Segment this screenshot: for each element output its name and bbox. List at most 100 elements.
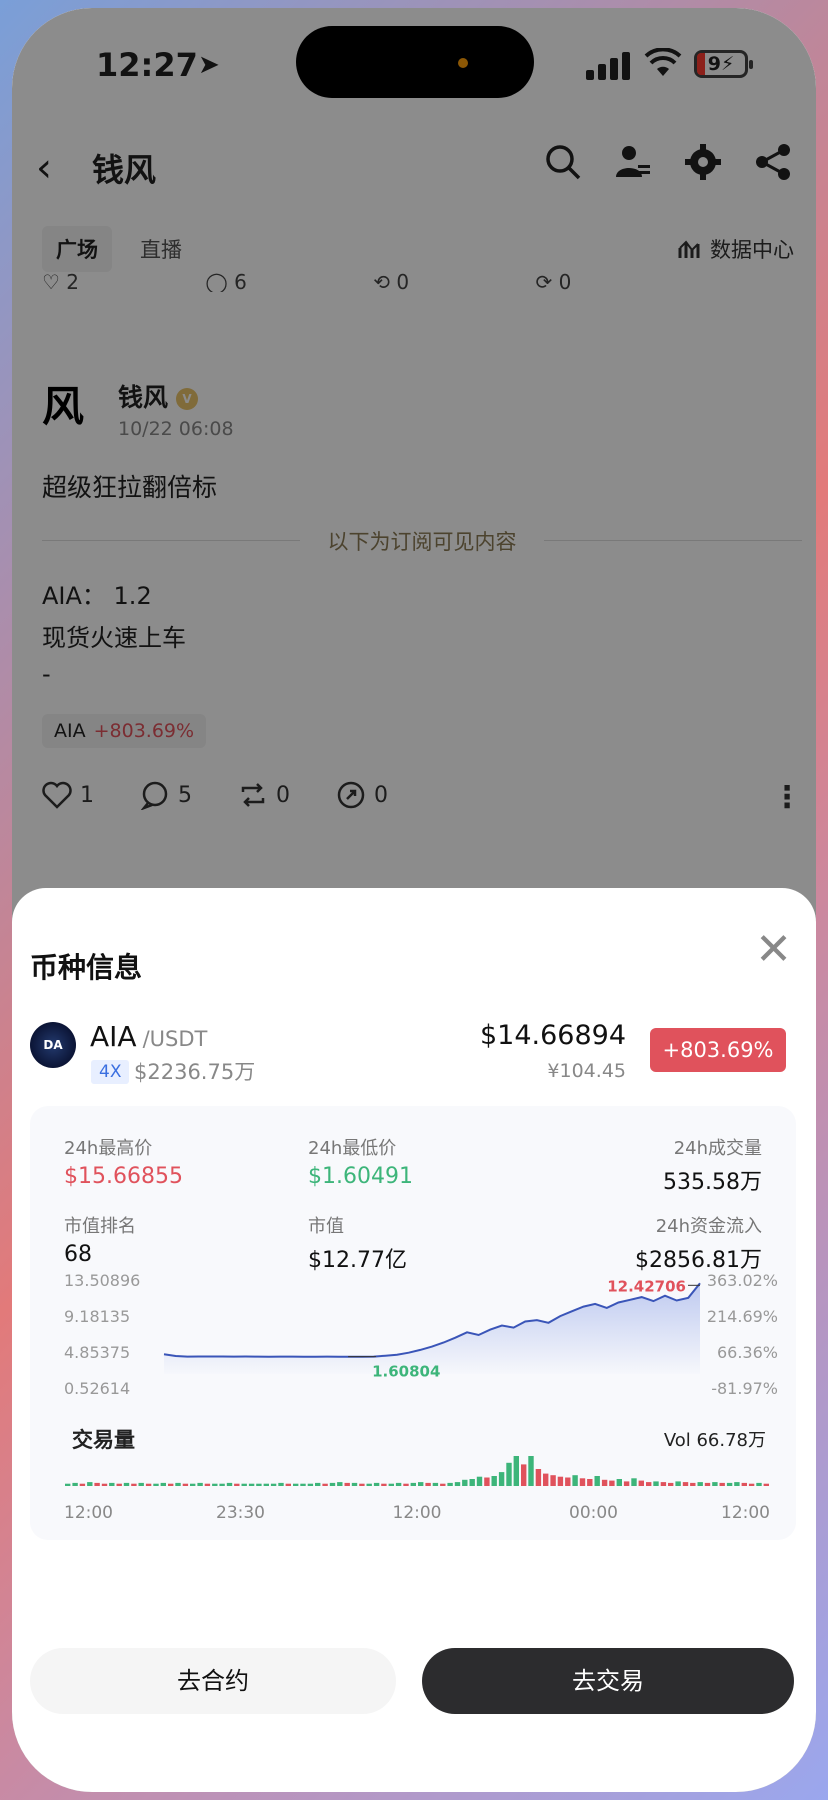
volume-bar (712, 1482, 718, 1486)
volume-bar (403, 1483, 409, 1486)
volume-bar (587, 1479, 593, 1486)
y-tick-left: 9.18135 (64, 1307, 130, 1326)
volume-bar (79, 1483, 86, 1486)
volume-bar (565, 1477, 571, 1486)
x-tick-label: 00:00 (569, 1503, 618, 1523)
volume-bar (418, 1482, 424, 1486)
x-tick-label: 12:00 (64, 1503, 113, 1523)
coin-symbol: AIA/USDT (90, 1020, 208, 1053)
volume-bar (388, 1483, 394, 1486)
volume-bar (381, 1483, 387, 1486)
volume-bar (182, 1483, 189, 1486)
volume-bar (535, 1469, 542, 1486)
x-tick-label: 23:30 (216, 1503, 265, 1523)
close-icon[interactable]: ✕ (755, 928, 792, 972)
y-tick-left: 13.50896 (64, 1271, 140, 1290)
volume-bar (131, 1483, 137, 1486)
volume-bar (366, 1483, 372, 1486)
volume-bar (145, 1483, 152, 1486)
stat-24h-low: 24h最低价 $1.60491 (308, 1138, 413, 1189)
volume-bar (491, 1476, 497, 1486)
contract-button[interactable]: 去合约 (30, 1648, 396, 1714)
volume-bar (506, 1462, 512, 1486)
volume-bar (410, 1482, 416, 1486)
volume-bar (690, 1482, 696, 1486)
volume-bar (101, 1483, 108, 1486)
trade-button[interactable]: 去交易 (422, 1648, 794, 1714)
volume-bar (65, 1483, 71, 1486)
price-area (164, 1283, 700, 1374)
volume-bar (138, 1482, 144, 1486)
volume-bar (241, 1483, 247, 1486)
volume-bar (226, 1482, 233, 1486)
volume-bar (594, 1476, 600, 1486)
volume-bar (153, 1483, 159, 1486)
volume-bar (638, 1480, 644, 1486)
volume-bar (719, 1482, 725, 1486)
volume-bar (87, 1482, 93, 1486)
volume-bar (373, 1482, 380, 1486)
volume-bar (94, 1482, 100, 1486)
volume-bar (256, 1483, 262, 1486)
y-tick-left: 0.52614 (64, 1379, 130, 1396)
coin-price: $14.66894 (479, 1020, 626, 1051)
volume-bar (498, 1472, 505, 1486)
coin-price-cny: ¥104.45 (547, 1060, 626, 1082)
volume-bar (454, 1482, 461, 1486)
volume-bar (116, 1483, 122, 1486)
sheet-title: 币种信息 (30, 951, 143, 984)
volume-bar (653, 1481, 659, 1486)
volume-bar (763, 1483, 769, 1486)
volume-bar (572, 1475, 578, 1486)
x-tick-label: 12:00 (721, 1503, 770, 1523)
price-chart: 13.50896 9.18135 4.85375 0.52614 363.02% 214.… (64, 1271, 778, 1396)
volume-bar (307, 1483, 314, 1486)
volume-bar (109, 1482, 115, 1486)
volume-bar (219, 1483, 225, 1486)
volume-bar (447, 1482, 453, 1486)
y-tick-right: -81.97% (711, 1379, 778, 1396)
volume-bar (300, 1483, 306, 1486)
volume-bar (322, 1483, 328, 1486)
volume-bar (668, 1482, 674, 1486)
volume-bar (697, 1482, 703, 1486)
change-badge: +803.69% (650, 1028, 786, 1072)
stats-panel: 24h最高价 $15.66855 24h最低价 $1.60491 24h成交量 535… (30, 1106, 796, 1540)
volume-bar (675, 1481, 681, 1486)
volume-bar (704, 1482, 711, 1486)
volume-bar (682, 1482, 689, 1486)
volume-bar (351, 1482, 358, 1486)
coin-info-sheet: 币种信息 ✕ DA AIA/USDT 4X $2236.75万 $14.6689… (12, 888, 816, 1792)
volume-bar (337, 1482, 343, 1486)
volume-bar (550, 1475, 556, 1486)
volume-bar (734, 1482, 740, 1486)
y-tick-right: 66.36% (717, 1343, 778, 1362)
volume-bar (278, 1482, 284, 1486)
volume-bar (168, 1483, 174, 1486)
volume-bar (123, 1482, 130, 1486)
volume-bar (234, 1483, 240, 1486)
volume-bar (197, 1482, 203, 1486)
volume-bar (72, 1482, 78, 1486)
leverage-badge: 4X (91, 1060, 130, 1084)
volume-bar (175, 1482, 181, 1486)
volume-bar (579, 1478, 586, 1486)
volume-bar (513, 1456, 519, 1486)
volume-bar (557, 1476, 564, 1486)
coin-market-cap: $2236.75万 (134, 1060, 256, 1084)
volume-bar (543, 1473, 549, 1486)
volume-bar (601, 1479, 608, 1486)
volume-bar (329, 1482, 336, 1486)
volume-bar (263, 1483, 269, 1486)
volume-bar (425, 1482, 431, 1486)
volume-bar (469, 1479, 475, 1486)
stat-24h-high: 24h最高价 $15.66855 (64, 1138, 183, 1189)
volume-bar (315, 1482, 321, 1486)
y-tick-right: 363.02% (707, 1271, 778, 1290)
volume-bar (395, 1482, 402, 1486)
volume-bar (756, 1482, 762, 1486)
volume-bar (248, 1483, 255, 1486)
y-tick-left: 4.85375 (64, 1343, 130, 1362)
volume-chart: 12:00 23:30 12:00 00:00 12:00 (64, 1456, 770, 1523)
volume-bar (160, 1482, 166, 1486)
